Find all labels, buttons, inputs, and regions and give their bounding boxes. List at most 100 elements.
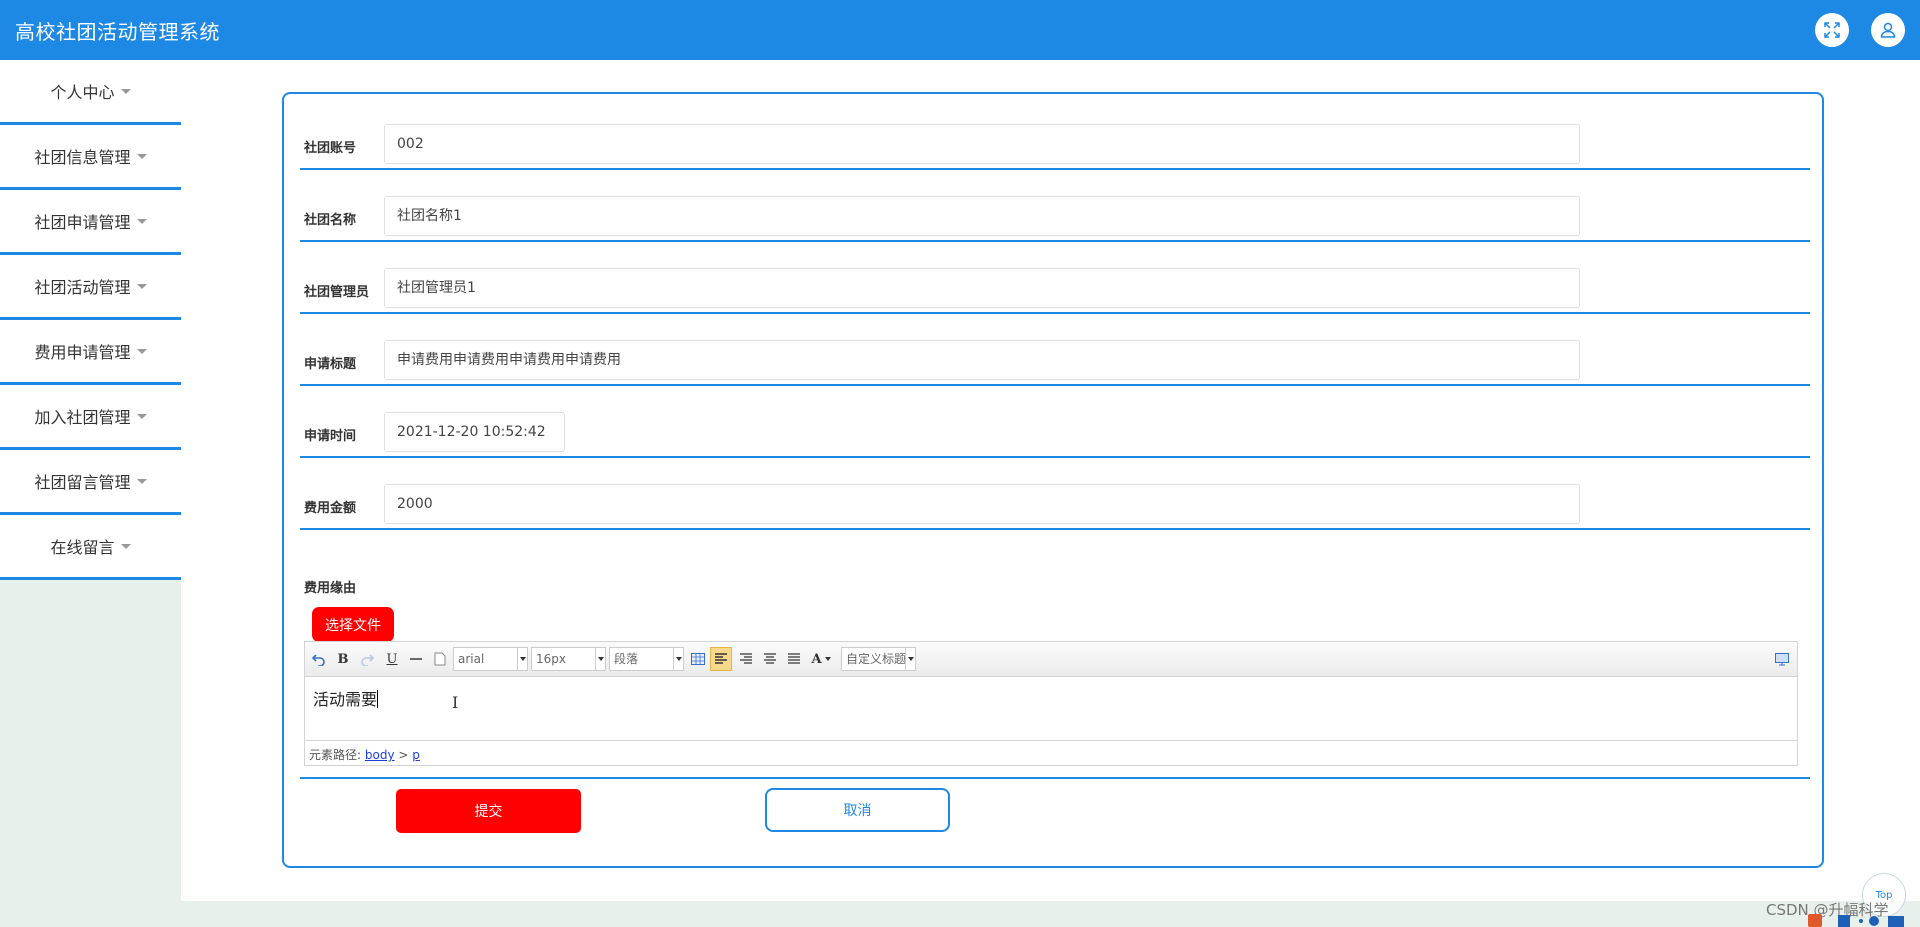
caret-down-icon	[136, 218, 147, 224]
user-icon	[1880, 22, 1896, 38]
amount-field[interactable]: 2000	[384, 484, 1580, 524]
paragraph-select[interactable]: 段落	[609, 647, 684, 671]
sidebar-item-label: 个人中心	[50, 83, 115, 102]
top-navbar: 高校社团活动管理系统	[0, 0, 1920, 60]
dropdown-arrow-icon	[673, 648, 683, 670]
reason-label: 费用缘由	[304, 581, 357, 596]
club-name-label: 社团名称	[304, 213, 357, 228]
preview-icon	[1775, 652, 1789, 665]
sidebar-item-club-apply[interactable]: 社团申请管理	[0, 190, 181, 255]
element-path-p-link[interactable]: p	[412, 748, 420, 762]
align-right-icon	[740, 653, 752, 664]
custom-heading-value: 自定义标题	[846, 652, 907, 666]
cancel-button[interactable]: 取消	[765, 788, 950, 832]
font-color-label: A	[811, 651, 822, 667]
form-row-club-account: 社团账号 002	[300, 124, 1810, 170]
redo-icon	[361, 654, 374, 666]
element-path-label: 元素路径:	[309, 748, 362, 762]
dropdown-arrow-icon	[595, 648, 605, 670]
paragraph-value: 段落	[614, 652, 639, 666]
element-path-separator: >	[394, 748, 413, 762]
align-justify-icon	[788, 653, 800, 664]
align-center-icon	[764, 653, 776, 664]
app-title: 高校社团活动管理系统	[15, 20, 220, 44]
submit-button[interactable]: 提交	[396, 789, 581, 833]
table-icon	[691, 653, 705, 665]
align-left-button[interactable]	[710, 647, 732, 671]
editor-toolbar: B U arial 16px 段落 A 自定义标题	[305, 642, 1797, 677]
font-family-select[interactable]: arial	[453, 647, 528, 671]
apply-time-label: 申请时间	[304, 429, 357, 444]
user-button[interactable]	[1871, 13, 1905, 47]
rich-text-editor: B U arial 16px 段落 A 自定义标题 活动需要 元素路径: bod…	[304, 641, 1798, 766]
dropdown-arrow-icon	[517, 648, 527, 670]
text-cursor	[377, 690, 379, 708]
document-icon	[434, 652, 446, 666]
club-account-field[interactable]: 002	[384, 124, 1580, 164]
caret-down-icon	[136, 283, 147, 289]
form-row-amount: 费用金额 2000	[300, 484, 1810, 530]
element-path-body-link[interactable]: body	[365, 748, 395, 762]
choose-file-button[interactable]: 选择文件	[312, 607, 394, 642]
sidebar-item-join-club[interactable]: 加入社团管理	[0, 385, 181, 450]
apply-title-label: 申请标题	[304, 357, 357, 372]
font-family-value: arial	[458, 652, 485, 666]
sidebar-item-club-activity[interactable]: 社团活动管理	[0, 255, 181, 320]
caret-down-icon	[120, 88, 131, 94]
custom-heading-select[interactable]: 自定义标题	[841, 647, 916, 671]
amount-label: 费用金额	[304, 501, 357, 516]
sidebar-item-label: 在线留言	[50, 538, 115, 557]
form-row-apply-title: 申请标题 申请费用申请费用申请费用申请费用	[300, 340, 1810, 386]
club-name-field[interactable]: 社团名称1	[384, 196, 1580, 236]
caret-down-icon	[136, 153, 147, 159]
undo-icon	[312, 654, 325, 666]
sidebar-item-club-info[interactable]: 社团信息管理	[0, 125, 181, 190]
dropdown-arrow-icon	[905, 648, 915, 670]
sidebar-item-expense-apply[interactable]: 费用申请管理	[0, 320, 181, 385]
sidebar-item-label: 社团活动管理	[34, 278, 131, 297]
align-justify-button[interactable]	[786, 649, 802, 669]
form-row-club-name: 社团名称 社团名称1	[300, 196, 1810, 242]
editor-element-path: 元素路径: body > p	[305, 740, 1797, 765]
sidebar-item-personal-center[interactable]: 个人中心	[0, 60, 181, 125]
form-row-club-admin: 社团管理员 社团管理员1	[300, 268, 1810, 314]
sidebar-item-label: 社团申请管理	[34, 213, 131, 232]
underline-button[interactable]: U	[385, 649, 399, 669]
editor-content-text: 活动需要	[313, 690, 378, 709]
font-color-button[interactable]: A	[809, 649, 833, 669]
club-admin-field[interactable]: 社团管理员1	[384, 268, 1580, 308]
align-left-icon	[715, 653, 727, 664]
sidebar-menu: 个人中心 社团信息管理 社团申请管理 社团活动管理 费用申请管理 加入社团管理 …	[0, 60, 181, 580]
sidebar-item-label: 加入社团管理	[34, 408, 131, 427]
fullscreen-icon	[1824, 22, 1840, 38]
caret-down-icon	[120, 543, 131, 549]
caret-down-icon	[136, 478, 147, 484]
fullscreen-button[interactable]	[1815, 13, 1849, 47]
align-center-button[interactable]	[762, 649, 778, 669]
caret-down-icon	[136, 413, 147, 419]
apply-time-field[interactable]: 2021-12-20 10:52:42	[384, 412, 565, 452]
horizontal-rule-icon	[410, 658, 422, 660]
editor-content-area[interactable]: 活动需要	[305, 677, 1797, 741]
font-size-select[interactable]: 16px	[531, 647, 606, 671]
sidebar-item-online-message[interactable]: 在线留言	[0, 515, 181, 580]
bold-button[interactable]: B	[336, 649, 350, 669]
club-admin-label: 社团管理员	[304, 285, 370, 300]
mouse-ibeam-cursor: I	[452, 693, 459, 712]
form-row-apply-time: 申请时间 2021-12-20 10:52:42	[300, 412, 1810, 458]
sidebar-item-club-message[interactable]: 社团留言管理	[0, 450, 181, 515]
horizontal-rule-button[interactable]	[408, 649, 424, 669]
preview-button[interactable]	[1774, 649, 1790, 669]
insert-table-button[interactable]	[690, 649, 706, 669]
font-size-value: 16px	[536, 652, 566, 666]
sidebar-item-label: 费用申请管理	[34, 343, 131, 362]
system-tray-icons	[1808, 914, 1904, 927]
apply-title-field[interactable]: 申请费用申请费用申请费用申请费用	[384, 340, 1580, 380]
caret-down-icon	[136, 348, 147, 354]
sidebar-item-label: 社团信息管理	[34, 148, 131, 167]
dropdown-arrow-icon	[824, 657, 831, 661]
align-right-button[interactable]	[738, 649, 754, 669]
page-button[interactable]	[433, 649, 447, 669]
redo-button[interactable]	[360, 649, 374, 669]
undo-button[interactable]	[311, 649, 327, 669]
